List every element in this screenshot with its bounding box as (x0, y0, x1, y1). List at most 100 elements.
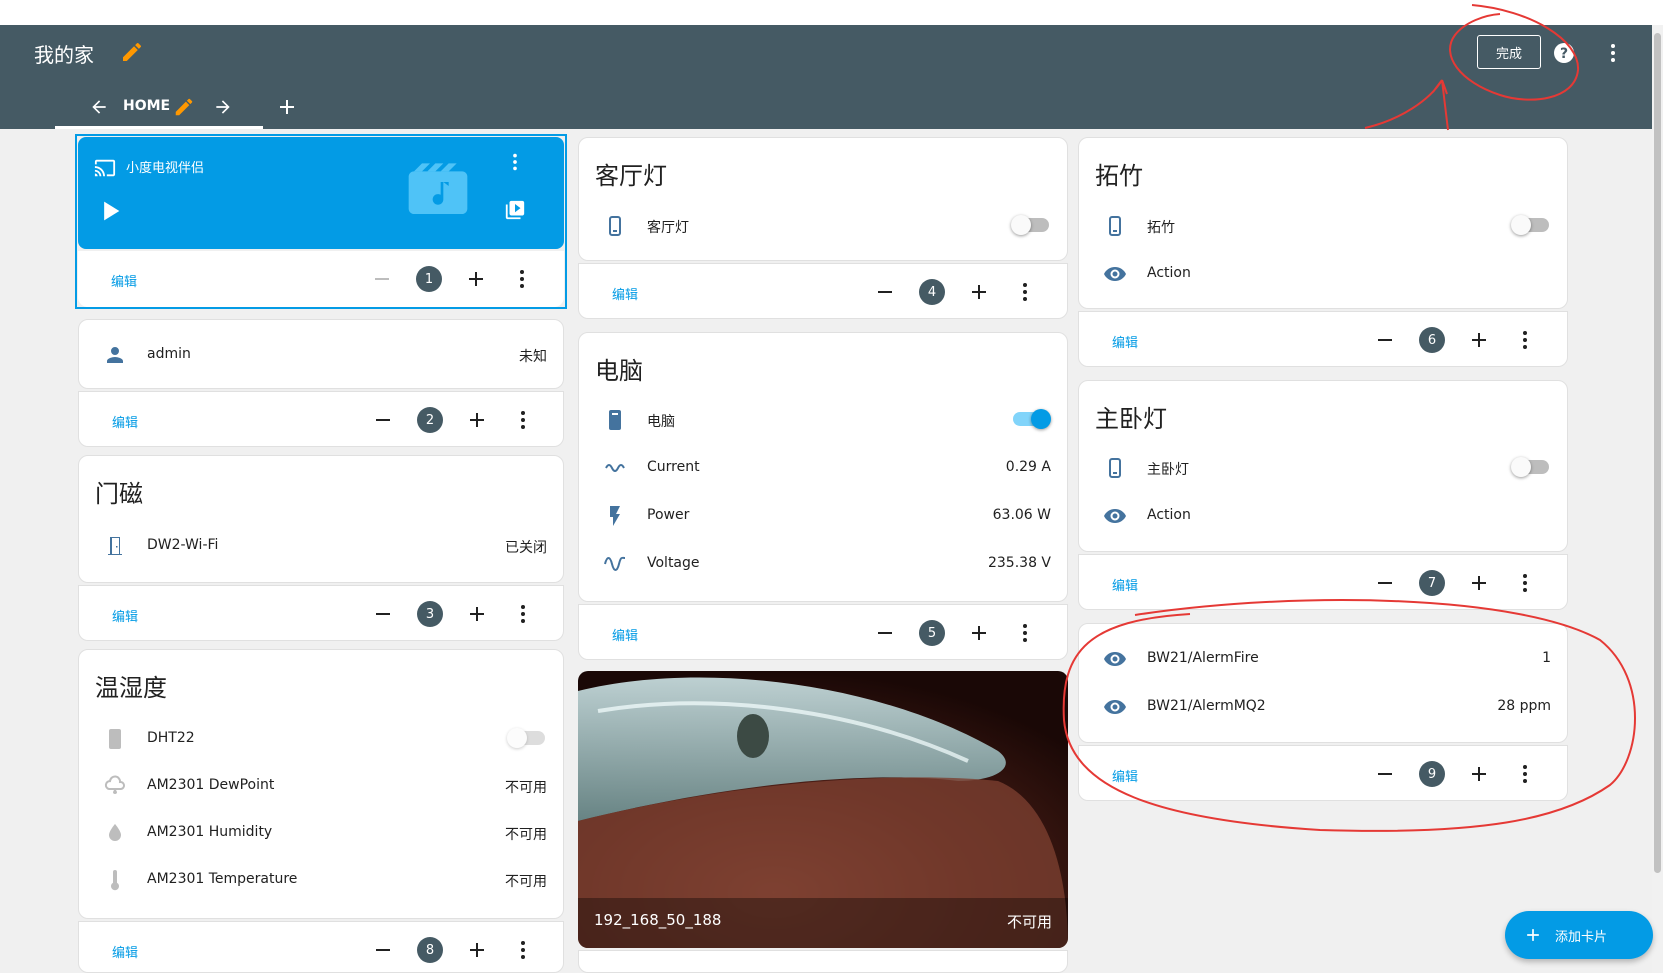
camera-image (578, 671, 1068, 948)
media-more-icon[interactable] (504, 151, 526, 173)
card-title: 温湿度 (95, 674, 167, 702)
card-more-icon[interactable] (511, 938, 535, 962)
entity-row[interactable]: 拓竹 (1079, 206, 1567, 246)
decrease-icon[interactable] (873, 280, 897, 304)
decrease-icon[interactable] (1373, 762, 1397, 786)
edit-link[interactable]: 编辑 (612, 284, 638, 303)
sensor-name: AM2301 Temperature (147, 871, 298, 887)
toggle-switch[interactable] (1511, 215, 1549, 235)
edit-tab-icon[interactable] (173, 96, 195, 118)
decrease-icon[interactable] (370, 267, 394, 291)
entity-row[interactable]: DW2-Wi-Fi 已关闭 (79, 526, 563, 566)
app-header: 我的家 完成 ? HOME (0, 25, 1652, 129)
device-icon (109, 729, 121, 749)
sensor-value: 不可用 (505, 827, 547, 843)
toggle-switch[interactable] (1013, 409, 1051, 429)
scrollbar[interactable] (1652, 25, 1663, 973)
card-title: 客厅灯 (595, 162, 667, 190)
card-more-icon[interactable] (511, 408, 535, 432)
toggle-switch[interactable] (1011, 215, 1049, 235)
edit-link[interactable]: 编辑 (112, 606, 138, 625)
entity-name: 主卧灯 (1147, 462, 1189, 478)
card-more-icon[interactable] (1513, 571, 1537, 595)
edit-link[interactable]: 编辑 (112, 942, 138, 961)
action-name: Action (1147, 507, 1191, 523)
card-more-icon[interactable] (1013, 621, 1037, 645)
decrease-icon[interactable] (371, 938, 395, 962)
switch-device-icon (1109, 216, 1121, 236)
increase-icon[interactable] (1467, 571, 1491, 595)
sensor-row[interactable]: AM2301 Temperature 不可用 (79, 860, 563, 900)
door-card: 门磁 DW2-Wi-Fi 已关闭 (78, 455, 564, 583)
decrease-icon[interactable] (873, 621, 897, 645)
card-more-icon[interactable] (510, 267, 534, 291)
entity-row[interactable]: DHT22 (79, 719, 563, 759)
entity-row[interactable]: admin 未知 (79, 335, 563, 375)
decrease-icon[interactable] (1373, 571, 1397, 595)
position-badge: 6 (1419, 327, 1445, 353)
edit-bar-bedroom-light: 编辑 7 (1078, 554, 1568, 610)
overflow-menu-icon[interactable] (1601, 41, 1625, 65)
sensor-name: AM2301 DewPoint (147, 777, 275, 793)
media-browse-icon[interactable] (504, 199, 526, 221)
scrollbar-thumb[interactable] (1654, 33, 1661, 873)
card-title: 电脑 (595, 357, 643, 385)
card-more-icon[interactable] (1513, 328, 1537, 352)
increase-icon[interactable] (465, 938, 489, 962)
card-more-icon[interactable] (1513, 762, 1537, 786)
entity-row[interactable]: 电脑 (579, 400, 1067, 440)
entity-name: 客厅灯 (647, 220, 689, 236)
svg-text:?: ? (1560, 46, 1568, 62)
eye-icon (1104, 509, 1126, 523)
pencil-icon[interactable] (120, 40, 144, 64)
sensor-row[interactable]: BW21/AlermMQ2 28 ppm (1079, 687, 1567, 727)
edit-link[interactable]: 编辑 (1112, 332, 1138, 351)
weather-dewpoint-icon (104, 775, 125, 794)
sensor-row[interactable]: Power 63.06 W (579, 496, 1067, 536)
done-button[interactable]: 完成 (1477, 35, 1541, 69)
top-gap (0, 0, 1663, 25)
add-tab-icon[interactable] (275, 95, 299, 119)
entity-name: 拓竹 (1147, 220, 1175, 236)
edit-bar-camera (578, 950, 1068, 973)
edit-link[interactable]: 编辑 (1112, 766, 1138, 785)
temperature-card: 温湿度 DHT22 AM2301 DewPoint 不可用 AM2301 Hum… (78, 649, 564, 919)
increase-icon[interactable] (464, 267, 488, 291)
increase-icon[interactable] (967, 621, 991, 645)
sensor-row[interactable]: Current 0.29 A (579, 448, 1067, 488)
increase-icon[interactable] (1467, 762, 1491, 786)
card-more-icon[interactable] (1013, 280, 1037, 304)
move-tab-left-icon[interactable] (89, 97, 109, 117)
sensor-row[interactable]: Voltage 235.38 V (579, 544, 1067, 584)
action-row[interactable]: Action (1079, 496, 1567, 536)
toggle-switch[interactable] (1511, 457, 1549, 477)
sensor-row[interactable]: AM2301 Humidity 不可用 (79, 813, 563, 853)
sensor-row[interactable]: AM2301 DewPoint 不可用 (79, 766, 563, 806)
edit-link[interactable]: 编辑 (612, 625, 638, 644)
toggle-switch[interactable] (507, 728, 545, 748)
card-more-icon[interactable] (511, 602, 535, 626)
decrease-icon[interactable] (371, 408, 395, 432)
help-icon[interactable]: ? (1552, 41, 1576, 65)
edit-link[interactable]: 编辑 (112, 412, 138, 431)
decrease-icon[interactable] (1373, 328, 1397, 352)
increase-icon[interactable] (1467, 328, 1491, 352)
play-icon[interactable] (96, 197, 124, 225)
increase-icon[interactable] (465, 602, 489, 626)
camera-card[interactable]: 192_168_50_188 不可用 (578, 671, 1068, 948)
add-card-button[interactable]: 添加卡片 (1505, 911, 1653, 959)
move-tab-right-icon[interactable] (213, 97, 233, 117)
increase-icon[interactable] (465, 408, 489, 432)
entity-state: 已关闭 (505, 540, 547, 556)
entity-row[interactable]: 客厅灯 (579, 206, 1067, 246)
media-player-card[interactable]: 小度电视伴侣 (78, 137, 564, 249)
action-row[interactable]: Action (1079, 254, 1567, 294)
decrease-icon[interactable] (371, 602, 395, 626)
edit-link[interactable]: 编辑 (1112, 575, 1138, 594)
position-badge: 4 (919, 279, 945, 305)
edit-link[interactable]: 编辑 (111, 271, 137, 290)
tab-home[interactable]: HOME (123, 98, 170, 114)
sensor-row[interactable]: BW21/AlermFire 1 (1079, 639, 1567, 679)
increase-icon[interactable] (967, 280, 991, 304)
entity-row[interactable]: 主卧灯 (1079, 448, 1567, 488)
